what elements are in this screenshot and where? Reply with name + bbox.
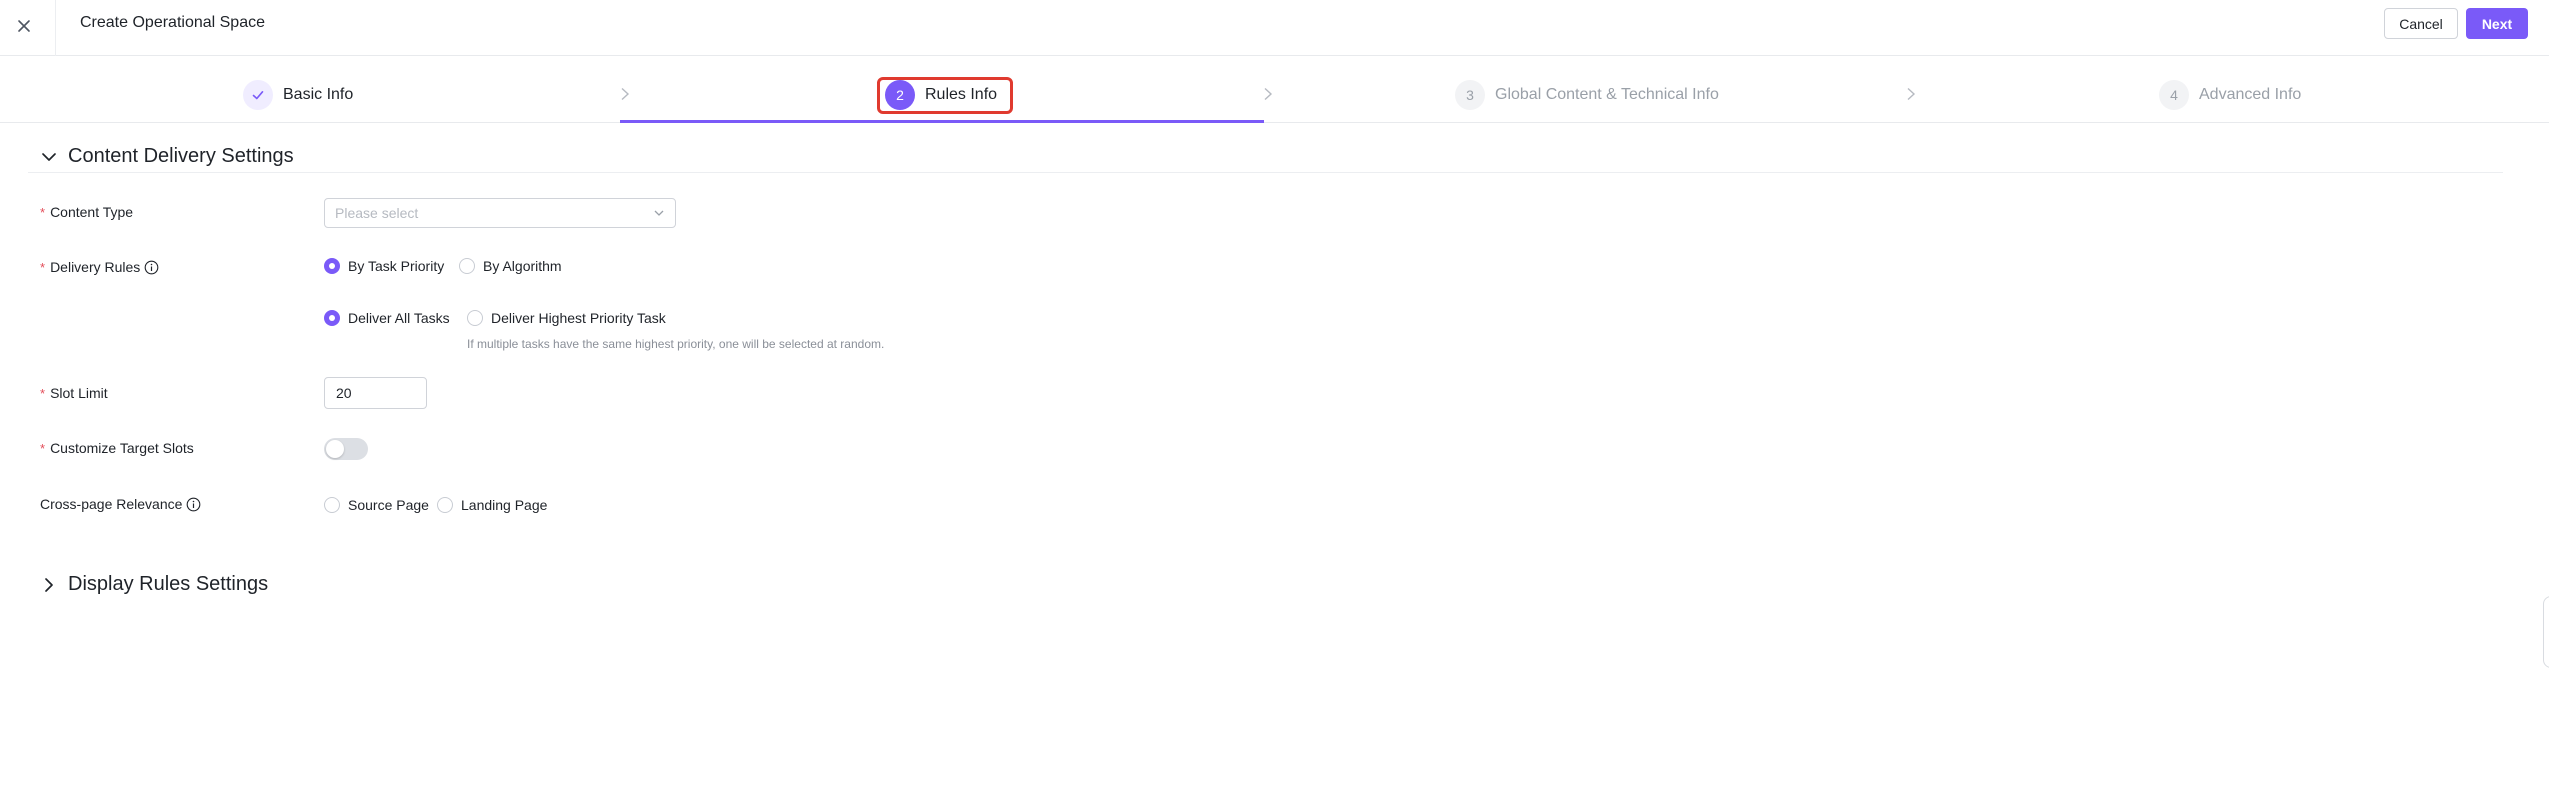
close-icon[interactable] — [10, 12, 38, 40]
section-title: Content Delivery Settings — [68, 145, 294, 167]
chevron-right-icon — [621, 87, 630, 101]
chevron-right-icon — [1907, 87, 1916, 101]
section-title: Display Rules Settings — [68, 573, 269, 595]
header-bar: Create Operational Space Cancel Next — [0, 0, 2549, 56]
toggle-knob — [326, 440, 344, 458]
radio-label: By Algorithm — [483, 258, 562, 274]
customize-target-slots-label: * Customize Target Slots — [40, 440, 194, 456]
next-button[interactable]: Next — [2466, 8, 2528, 39]
radio-label: Deliver All Tasks — [348, 310, 450, 326]
content-type-label: * Content Type — [40, 204, 133, 220]
radio-landing-page[interactable]: Landing Page — [437, 497, 547, 513]
radio-deliver-highest-priority[interactable]: Deliver Highest Priority Task — [467, 310, 666, 326]
radio-button — [324, 497, 340, 513]
step-highlight-box — [877, 77, 1013, 114]
cancel-button[interactable]: Cancel — [2384, 8, 2458, 39]
step-number: 3 — [1455, 80, 1485, 110]
step-label: Global Content & Technical Info — [1495, 86, 1719, 103]
radio-deliver-all-tasks[interactable]: Deliver All Tasks — [324, 310, 450, 326]
header-divider — [55, 0, 56, 56]
content-type-select[interactable]: Please select — [324, 198, 676, 228]
chevron-right-icon — [1264, 87, 1273, 101]
radio-button — [467, 310, 483, 326]
cross-page-relevance-label: Cross-page Relevance — [40, 496, 201, 512]
radio-button — [459, 258, 475, 274]
radio-button — [324, 310, 340, 326]
label-text: Customize Target Slots — [50, 440, 194, 456]
chevron-down-icon — [654, 210, 664, 216]
required-mark: * — [40, 440, 46, 456]
chevron-right-icon — [45, 577, 53, 592]
radio-label: Source Page — [348, 497, 429, 513]
delivery-rules-label: * Delivery Rules — [40, 259, 159, 275]
label-text: Cross-page Relevance — [40, 496, 183, 512]
label-text: Delivery Rules — [50, 259, 141, 275]
radio-by-algorithm[interactable]: By Algorithm — [459, 258, 562, 274]
radio-label: By Task Priority — [348, 258, 445, 274]
stepper: Basic Info 2 Rules Info 3 Global Content… — [0, 57, 2549, 123]
delivery-hint-text: If multiple tasks have the same highest … — [467, 337, 885, 351]
check-icon — [243, 80, 273, 110]
radio-label: Deliver Highest Priority Task — [491, 310, 666, 326]
section-content-delivery[interactable]: Content Delivery Settings — [40, 145, 294, 168]
active-step-underline — [620, 120, 1264, 123]
label-text: Content Type — [50, 204, 134, 220]
chevron-down-icon — [42, 152, 56, 161]
slot-limit-input[interactable] — [324, 377, 427, 409]
required-mark: * — [40, 259, 46, 275]
radio-button — [324, 258, 340, 274]
step-advanced-info[interactable]: 4 Advanced Info — [2159, 79, 2301, 111]
step-label: Advanced Info — [2199, 86, 2302, 103]
section-divider — [28, 172, 2503, 173]
page-title: Create Operational Space — [80, 14, 265, 31]
label-text: Slot Limit — [50, 385, 108, 401]
section-display-rules[interactable]: Display Rules Settings — [40, 573, 268, 596]
info-icon[interactable] — [144, 260, 159, 275]
step-label: Basic Info — [283, 86, 354, 103]
required-mark: * — [40, 204, 46, 220]
slot-limit-label: * Slot Limit — [40, 385, 108, 401]
radio-source-page[interactable]: Source Page — [324, 497, 429, 513]
radio-button — [437, 497, 453, 513]
required-mark: * — [40, 385, 46, 401]
radio-by-task-priority[interactable]: By Task Priority — [324, 258, 444, 274]
customize-target-slots-toggle[interactable] — [324, 438, 368, 460]
select-placeholder: Please select — [335, 205, 419, 221]
step-global-content[interactable]: 3 Global Content & Technical Info — [1455, 79, 1719, 111]
step-number: 4 — [2159, 80, 2189, 110]
side-drawer-handle[interactable] — [2543, 596, 2549, 668]
radio-label: Landing Page — [461, 497, 548, 513]
info-icon[interactable] — [186, 497, 201, 512]
step-basic-info[interactable]: Basic Info — [243, 79, 353, 111]
